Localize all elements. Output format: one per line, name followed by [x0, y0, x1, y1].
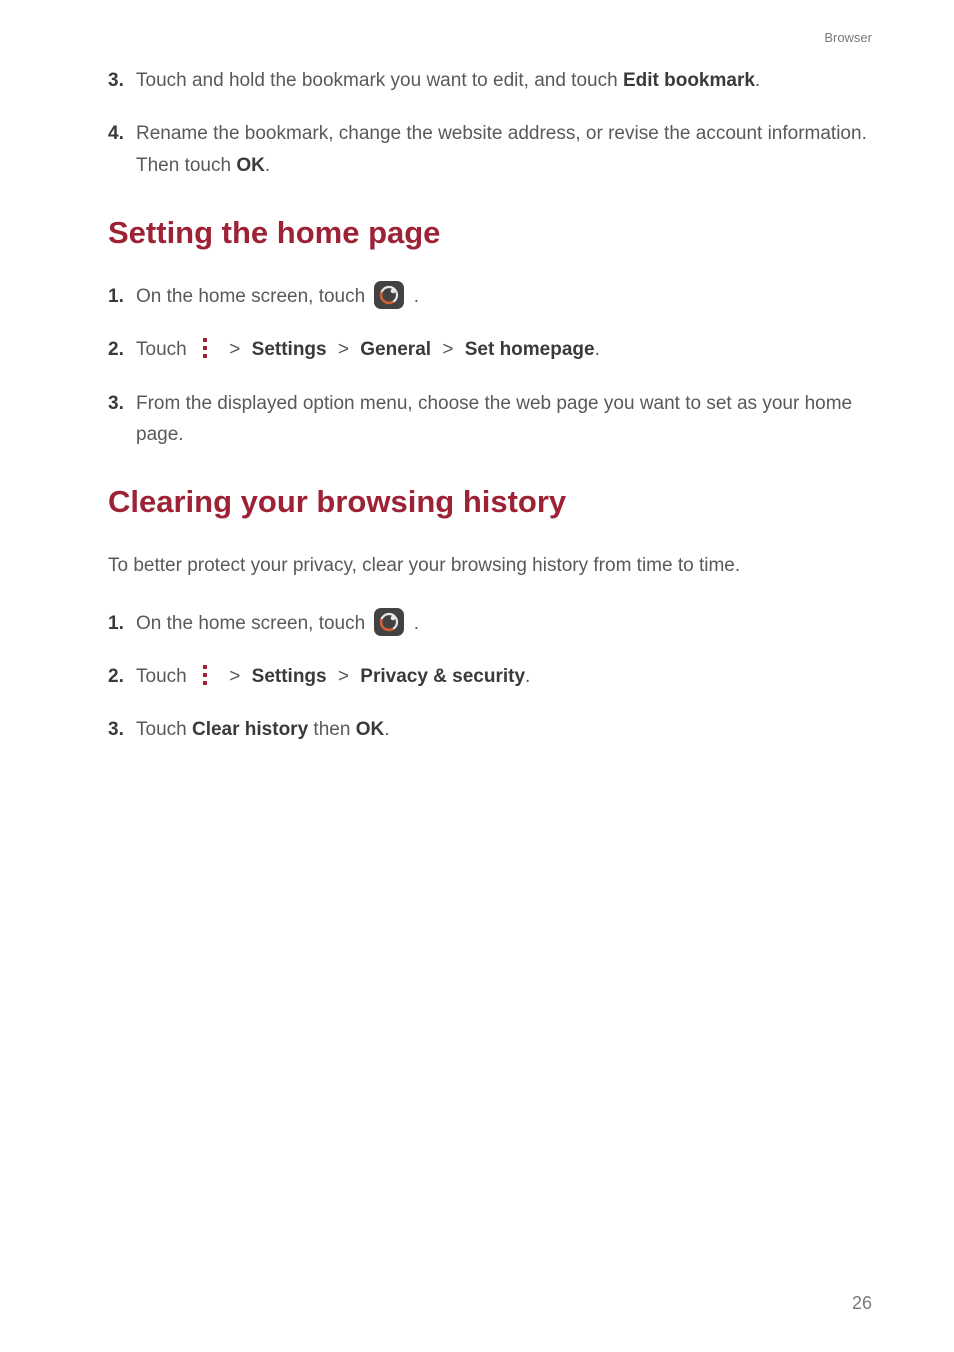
overflow-menu-icon: [196, 663, 214, 687]
step-number: 2.: [108, 334, 136, 365]
step-text: .: [525, 666, 530, 687]
path-separator: >: [442, 339, 453, 360]
overflow-menu-icon: [196, 336, 214, 360]
step-text: .: [384, 719, 389, 740]
step-number: 3.: [108, 65, 136, 96]
heading-clearing-history: Clearing your browsing history: [108, 484, 876, 520]
step-text: .: [595, 339, 600, 360]
settings-label: Settings: [252, 666, 327, 687]
set-homepage-label: Set homepage: [465, 339, 595, 360]
browser-icon: [374, 281, 404, 309]
step-text: Touch and hold the bookmark you want to …: [136, 70, 623, 91]
path-separator: >: [229, 666, 240, 687]
step-3: 3. Touch and hold the bookmark you want …: [108, 65, 876, 96]
sec2-step-3: 3. Touch Clear history then OK.: [108, 714, 876, 745]
ok-label: OK: [356, 719, 385, 740]
step-text: .: [414, 613, 419, 634]
chapter-header-label: Browser: [108, 30, 876, 45]
step-body: Rename the bookmark, change the website …: [136, 118, 876, 181]
step-number: 3.: [108, 714, 136, 745]
path-separator: >: [338, 666, 349, 687]
sec1-step-2: 2. Touch > Settings > General > Set home…: [108, 334, 876, 365]
step-text: From the displayed option menu, choose t…: [136, 393, 852, 445]
step-text: On the home screen, touch: [136, 613, 370, 634]
step-body: Touch > Settings > Privacy & security.: [136, 661, 876, 692]
step-body: Touch Clear history then OK.: [136, 714, 876, 745]
step-number: 1.: [108, 608, 136, 639]
sec2-step-2: 2. Touch > Settings > Privacy & security…: [108, 661, 876, 692]
privacy-security-label: Privacy & security: [360, 666, 525, 687]
section2-intro: To better protect your privacy, clear yo…: [108, 550, 876, 581]
sec1-step-1: 1. On the home screen, touch .: [108, 281, 876, 312]
step-body: Touch and hold the bookmark you want to …: [136, 65, 876, 96]
step-body: On the home screen, touch .: [136, 281, 876, 312]
step-number: 3.: [108, 388, 136, 419]
page-number: 26: [852, 1293, 872, 1314]
step-text: .: [414, 286, 419, 307]
step-text: Touch: [136, 719, 192, 740]
browser-icon: [374, 608, 404, 636]
step-text: On the home screen, touch: [136, 286, 370, 307]
path-separator: >: [338, 339, 349, 360]
step-body: On the home screen, touch .: [136, 608, 876, 639]
step-text: .: [755, 70, 760, 91]
step-text: Touch: [136, 339, 192, 360]
ok-label: OK: [236, 155, 265, 176]
clear-history-label: Clear history: [192, 719, 308, 740]
path-separator: >: [229, 339, 240, 360]
heading-setting-home-page: Setting the home page: [108, 215, 876, 251]
step-body: Touch > Settings > General > Set homepag…: [136, 334, 876, 365]
step-text: Touch: [136, 666, 192, 687]
step-text: then: [308, 719, 356, 740]
settings-label: Settings: [252, 339, 327, 360]
sec2-step-1: 1. On the home screen, touch .: [108, 608, 876, 639]
step-number: 2.: [108, 661, 136, 692]
edit-bookmark-label: Edit bookmark: [623, 70, 755, 91]
step-text: .: [265, 155, 270, 176]
step-number: 1.: [108, 281, 136, 312]
sec1-step-3: 3. From the displayed option menu, choos…: [108, 388, 876, 451]
step-number: 4.: [108, 118, 136, 149]
step-4: 4. Rename the bookmark, change the websi…: [108, 118, 876, 181]
general-label: General: [360, 339, 431, 360]
step-body: From the displayed option menu, choose t…: [136, 388, 876, 451]
